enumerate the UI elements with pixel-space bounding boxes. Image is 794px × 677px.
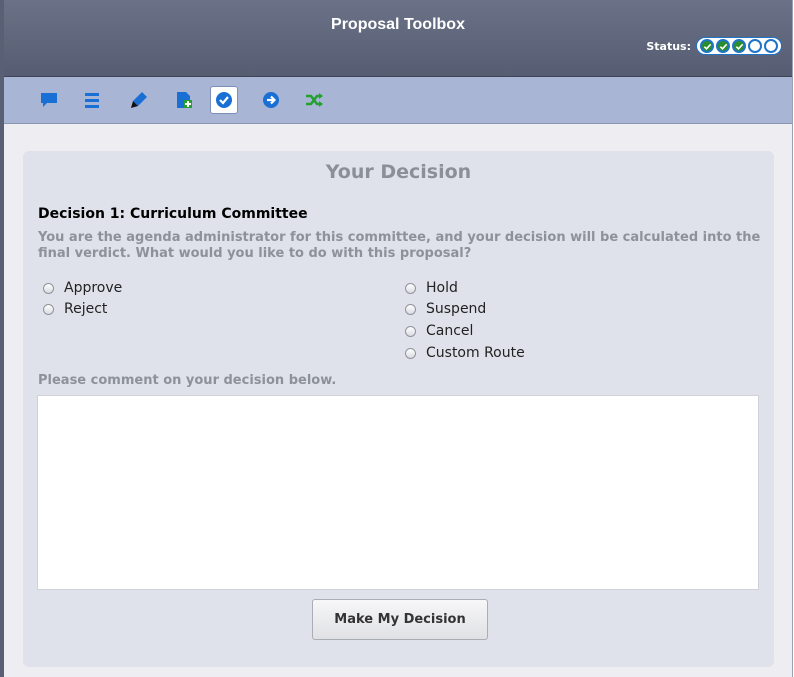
shuffle-icon [306,93,323,107]
status-step-1 [700,39,714,53]
radio-circle[interactable] [405,303,416,315]
status-step-2 [716,39,730,53]
edit-button[interactable] [125,86,153,114]
radio-circle[interactable] [405,282,416,294]
decision-description: You are the agenda administrator for thi… [38,230,761,261]
radio-circle[interactable] [405,347,416,359]
status-steps [696,37,782,55]
decision-panel: Your Decision Decision 1: Curriculum Com… [23,151,774,667]
status-step-4 [748,39,762,53]
list-button[interactable] [78,86,106,114]
add-document-icon [177,92,192,108]
arrow-right-circle-icon [263,92,279,108]
radio-hold[interactable]: Hold [405,280,458,296]
comment-button[interactable] [35,86,63,114]
list-icon [85,93,99,108]
radio-label: Custom Route [426,345,525,361]
checkmark-icon [216,92,232,108]
forward-button[interactable] [257,86,285,114]
radio-suspend[interactable]: Suspend [405,301,486,317]
status-step-3 [732,39,746,53]
proposal-toolbox-window: Proposal Toolbox Status: Your Decision D… [0,0,793,677]
check-icon [735,43,743,50]
status-step-5 [764,39,778,53]
radio-circle[interactable] [405,325,416,337]
comment-label: Please comment on your decision below. [38,373,337,388]
comment-icon [41,93,57,107]
make-decision-button[interactable]: Make My Decision [312,599,488,640]
radio-circle[interactable] [43,282,54,294]
decision-button[interactable] [210,86,238,114]
comment-textarea[interactable] [37,395,759,590]
status-label: Status: [646,39,691,53]
check-icon [719,43,727,50]
add-document-button[interactable] [170,86,198,114]
radio-custom-route[interactable]: Custom Route [405,345,525,361]
status-indicator: Status: [646,37,782,55]
radio-label: Suspend [426,301,487,317]
decision-title: Decision 1: Curriculum Committee [38,206,308,222]
check-icon [703,43,711,50]
radio-label: Approve [64,280,123,296]
radio-circle[interactable] [43,303,54,315]
radio-cancel[interactable]: Cancel [405,323,473,339]
radio-label: Hold [426,280,458,296]
radio-label: Cancel [426,323,474,339]
pen-icon [131,92,147,108]
radio-label: Reject [64,301,108,317]
radio-approve[interactable]: Approve [43,280,122,296]
toolbar [4,77,792,124]
title-bar: Proposal Toolbox Status: [4,0,792,77]
shuffle-button[interactable] [300,86,328,114]
panel-heading: Your Decision [325,161,472,183]
radio-reject[interactable]: Reject [43,301,107,317]
window-title: Proposal Toolbox [331,16,465,33]
